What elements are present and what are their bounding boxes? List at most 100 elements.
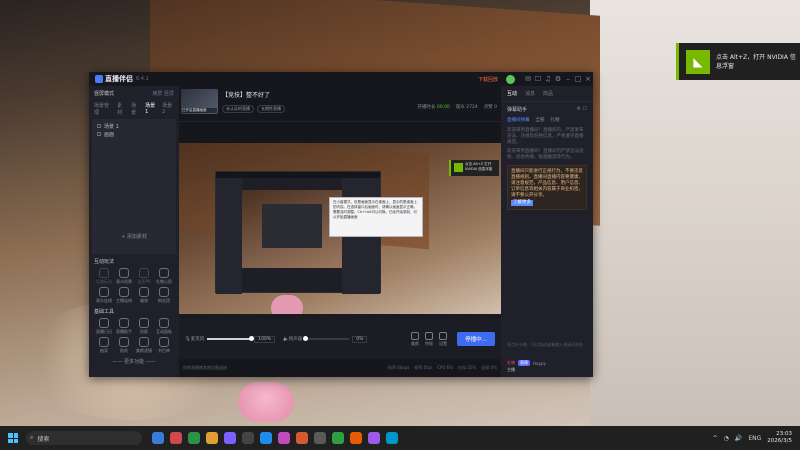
tab-room-comments[interactable]: 直播间弹幕 — [507, 117, 530, 123]
tool-button[interactable]: 节目单 — [154, 337, 174, 354]
add-source-button[interactable]: + 添加素材 — [97, 233, 171, 240]
settings-button[interactable]: 设置 — [439, 331, 447, 347]
stat-label: 点赞 — [483, 105, 493, 110]
wifi-icon[interactable]: ◔ — [724, 435, 729, 442]
taskbar-app-icon[interactable] — [350, 432, 362, 444]
speaker-volume-knob[interactable] — [302, 336, 308, 341]
live-preview[interactable]: 在小窗模式，但是画面显示在桌面上，显示的是桌面上的内容。在选择窗口后画面时，请确… — [179, 143, 501, 319]
tool-button[interactable]: 礼物玩法 — [94, 268, 114, 285]
tool-button[interactable]: 粉丝团 — [154, 287, 174, 304]
taskbar-app-icon[interactable] — [242, 432, 254, 444]
emoji-toggle[interactable]: 表情 — [518, 360, 530, 366]
mode-selector[interactable]: 竖屏模式 — [94, 90, 114, 97]
taskbar-app-icon[interactable] — [386, 432, 398, 444]
headset-icon[interactable]: ♫ — [543, 75, 553, 83]
taskbar-app-icon[interactable] — [368, 432, 380, 444]
tab-all[interactable]: 全部 — [536, 117, 545, 123]
beauty-label: 美颜 — [411, 340, 419, 346]
scene-item[interactable]: 画面 — [97, 130, 171, 138]
volume-icon[interactable]: 🔊 — [735, 435, 742, 442]
tool-label: 节目单 — [158, 348, 170, 353]
tab-interact[interactable]: 互动 — [507, 90, 517, 97]
taskbar-app-icon[interactable] — [260, 432, 272, 444]
comment-input[interactable]: 说点什么吧，可以发送或者输入关键词消息 — [507, 342, 587, 347]
mic-volume-slider[interactable] — [207, 336, 254, 341]
tab-gifts[interactable]: 礼物 — [551, 117, 560, 123]
tab-scene-1[interactable]: 场景1 — [145, 102, 157, 116]
speaker-volume-slider[interactable] — [302, 336, 350, 341]
room-tag[interactable]: 未认证的直播 — [222, 105, 254, 113]
tab-messages[interactable]: 消息 — [525, 90, 535, 97]
taskbar-app-icon[interactable] — [314, 432, 326, 444]
room-tag[interactable]: 长期性直播 — [257, 105, 285, 113]
tool-icon — [139, 268, 149, 278]
clock[interactable]: 23:03 2026/3/5 — [767, 431, 792, 445]
tool-button[interactable]: 礼物心愿 — [154, 268, 174, 285]
tab-products[interactable]: 商品 — [543, 90, 553, 97]
start-live-button[interactable]: 停播中... — [457, 332, 495, 346]
tool-label: 主播连线 — [116, 298, 132, 303]
message-icon[interactable]: ☐ — [533, 75, 543, 83]
gift-icon[interactable]: ✉ — [523, 75, 533, 83]
record-replay-link[interactable]: 下载回放 — [478, 76, 498, 83]
tool-button[interactable]: 互动面板 — [154, 318, 174, 335]
gift-toggle[interactable]: 礼物 — [507, 360, 515, 366]
portrait-toggle[interactable]: 竖屏 — [164, 91, 174, 97]
minimize-icon[interactable]: – — [563, 75, 573, 83]
panel-settings-icon[interactable]: ⚙ ☐ — [576, 106, 587, 113]
tool-button[interactable]: 直播助手 — [114, 318, 134, 335]
nvidia-notification[interactable]: ◣ 点击 Alt+Z，打开 NVIDIA 信息浮窗 — [676, 43, 800, 80]
room-title[interactable]: 【竞技】整不好了 — [222, 90, 285, 99]
room-cover[interactable]: 已开启直播画面 — [181, 89, 218, 114]
tab-scene-2[interactable]: 场景2 — [162, 102, 174, 116]
beauty-button[interactable]: 美颜 — [411, 331, 419, 347]
tool-button[interactable]: 美颜滤镜 — [134, 337, 154, 354]
checkbox-icon[interactable] — [97, 124, 101, 128]
basic-tools-title: 基础工具 — [94, 309, 115, 315]
mic-volume-value[interactable]: 100% — [254, 335, 276, 343]
checkbox-icon[interactable] — [97, 132, 101, 136]
input-language[interactable]: ENG — [748, 435, 761, 442]
tab-scene[interactable]: 场景 — [131, 102, 140, 116]
happy-toggle[interactable]: Happy — [533, 361, 546, 366]
mic-volume-knob[interactable] — [248, 336, 254, 341]
basic-tools-section: 基础工具 直播日记 直播助手 投屏 互动面板抽奖 贴纸 美颜滤镜 节目单 — [89, 304, 179, 354]
tool-button[interactable]: 福袋 — [134, 287, 154, 304]
landscape-toggle[interactable]: 横屏 — [152, 91, 162, 97]
taskbar-search[interactable]: ⌕ 搜索 — [26, 431, 142, 445]
taskbar-app-icon[interactable] — [278, 432, 290, 444]
maximize-icon[interactable]: □ — [573, 75, 583, 83]
notice-link[interactable]: 了解更多 — [511, 200, 533, 206]
taskbar-app-icon[interactable] — [332, 432, 344, 444]
tool-button[interactable]: 贴纸 — [114, 337, 134, 354]
effects-button[interactable]: 特效 — [425, 331, 433, 347]
tool-button[interactable]: 投屏 — [134, 318, 154, 335]
scene-item[interactable]: 场景 1 — [97, 122, 171, 130]
tab-scene-manage[interactable]: 场景管理 — [94, 102, 112, 116]
taskbar-app-icon[interactable] — [170, 432, 182, 444]
more-tools-button[interactable]: —— 更多功能 —— — [89, 358, 179, 365]
taskbar-app-icon[interactable] — [188, 432, 200, 444]
tool-button[interactable]: 抽奖 — [94, 337, 114, 354]
taskbar-app-icon[interactable] — [296, 432, 308, 444]
taskbar-app-icon[interactable] — [152, 432, 164, 444]
tool-label: 粉丝团 — [158, 298, 170, 303]
room-tags: 未认证的直播 长期性直播 — [222, 105, 285, 113]
taskbar-app-icon[interactable] — [206, 432, 218, 444]
tool-button[interactable]: 直播日记 — [94, 318, 114, 335]
tool-button[interactable]: 观众投票 — [114, 268, 134, 285]
speaker-volume-value[interactable]: 0% — [352, 335, 368, 343]
control-bar: 🎙 麦克风 100% 🔈 扬声器 0% 美颜 特效 设置 停播中... — [179, 319, 501, 359]
user-avatar[interactable] — [506, 74, 515, 84]
tool-button[interactable]: 主播连线 — [114, 287, 134, 304]
chevron-up-icon[interactable]: ^ — [713, 435, 718, 442]
tool-button[interactable]: 观众连线 — [94, 287, 114, 304]
tab-material[interactable]: 素材 — [117, 102, 126, 116]
clock-date: 2026/3/5 — [767, 438, 792, 444]
tool-button[interactable]: 连麦PK — [134, 268, 154, 285]
close-icon[interactable]: × — [583, 75, 593, 83]
taskbar-app-icon[interactable] — [224, 432, 236, 444]
windows-start-icon[interactable] — [8, 433, 18, 443]
settings-icon[interactable]: ⚙ — [553, 75, 563, 83]
tool-label: 礼物玩法 — [96, 279, 112, 284]
